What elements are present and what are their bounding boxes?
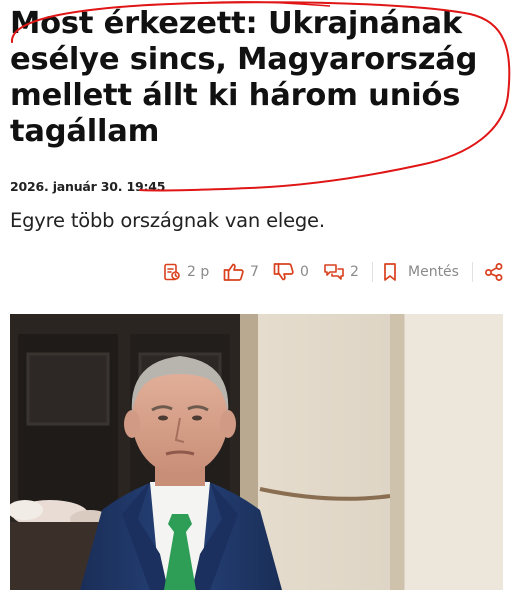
article-date: 2026. január 30. 19:45 — [10, 179, 166, 194]
save-button[interactable]: Mentés — [382, 258, 459, 286]
article-headline: Most érkezett: Ukrajnának esélye sincs, … — [10, 6, 478, 149]
comment-icon — [323, 262, 345, 282]
dislike-count: 0 — [300, 264, 309, 280]
action-divider — [472, 262, 473, 282]
bookmark-icon — [382, 262, 398, 282]
dislike-button[interactable]: 0 — [273, 258, 309, 286]
read-time-value: 2 p — [187, 264, 210, 280]
action-divider — [372, 262, 373, 282]
article-lead: Egyre több országnak van elege. — [10, 209, 325, 232]
read-time: 2 p — [162, 258, 209, 286]
comment-count: 2 — [350, 264, 359, 280]
article-photo — [10, 314, 503, 590]
share-icon — [484, 262, 504, 282]
share-button[interactable] — [484, 258, 504, 286]
save-label: Mentés — [408, 264, 459, 280]
thumbs-up-icon — [223, 262, 245, 282]
like-count: 7 — [250, 264, 259, 280]
like-button[interactable]: 7 — [223, 258, 259, 286]
article-action-bar: 2 p 7 0 2 Mentés — [0, 258, 513, 286]
thumbs-down-icon — [273, 262, 295, 282]
comments-button[interactable]: 2 — [323, 258, 359, 286]
read-time-icon — [162, 262, 182, 282]
